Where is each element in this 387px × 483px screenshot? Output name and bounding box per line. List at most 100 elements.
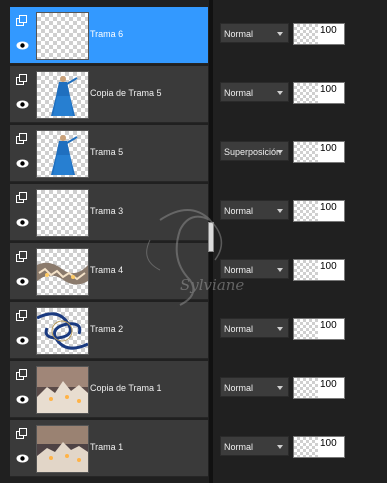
chevron-down-icon [277,91,283,95]
layer-name: Trama 2 [90,324,124,334]
layer-icons [16,310,30,345]
opacity-field[interactable]: 100 [293,318,345,340]
layer-row-copia-de-trama-1[interactable]: Copia de Trama 1 [10,361,208,418]
opacity-value: 100 [320,84,337,95]
layer-stack-icon[interactable] [16,133,28,145]
opacity-field[interactable]: 100 [293,23,345,45]
eye-icon[interactable] [16,100,29,109]
layer-row-trama-1[interactable]: Trama 1 [10,420,208,477]
layer-thumbnail [36,12,89,60]
eye-icon[interactable] [16,336,29,345]
layer-stack-icon[interactable] [16,310,28,322]
splitter-handle[interactable] [208,222,214,252]
blend-mode-value: Superposición [224,147,282,157]
opacity-value: 100 [320,379,337,390]
eye-icon[interactable] [16,218,29,227]
blend-mode-dropdown[interactable]: Normal [220,318,289,338]
layer-stack-icon[interactable] [16,74,28,86]
blend-mode-dropdown[interactable]: Superposición [220,141,289,161]
layer-icons [16,192,30,227]
opacity-value: 100 [320,438,337,449]
opacity-swatch [294,437,318,457]
layer-props-row: Normal 100 [216,66,387,122]
layer-thumbnail [36,425,89,473]
blend-mode-value: Normal [224,383,254,393]
chevron-down-icon [277,327,283,331]
layer-props-row: Normal 100 [216,184,387,240]
layer-props-row: Normal 100 [216,420,387,476]
layer-thumbnail [36,130,89,178]
blend-mode-dropdown[interactable]: Normal [220,23,289,43]
opacity-swatch [294,378,318,398]
layer-row-trama-5[interactable]: Trama 5 [10,125,208,182]
opacity-swatch [294,319,318,339]
opacity-swatch [294,201,318,221]
opacity-field[interactable]: 100 [293,259,345,281]
layer-row-trama-6[interactable]: Trama 6 [10,7,208,64]
blend-mode-value: Normal [224,324,254,334]
layer-stack-icon[interactable] [16,192,28,204]
layer-props-row: Normal 100 [216,361,387,417]
opacity-swatch [294,24,318,44]
opacity-swatch [294,83,318,103]
layer-row-copia-de-trama-5[interactable]: Copia de Trama 5 [10,66,208,123]
blend-mode-dropdown[interactable]: Normal [220,259,289,279]
layer-thumbnail [36,71,89,119]
eye-icon[interactable] [16,454,29,463]
eye-icon[interactable] [16,41,29,50]
opacity-swatch [294,142,318,162]
layer-thumbnail [36,189,89,237]
layer-stack-icon[interactable] [16,428,28,440]
layer-name: Trama 6 [90,29,124,39]
layers-panel: Trama 6 Copia de Trama 5 Trama 5 Trama 3… [0,0,387,483]
layer-stack-icon[interactable] [16,251,28,263]
blend-mode-dropdown[interactable]: Normal [220,200,289,220]
layer-icons [16,15,30,50]
opacity-value: 100 [320,320,337,331]
layer-stack-icon[interactable] [16,15,28,27]
chevron-down-icon [277,268,283,272]
layer-thumbnail [36,366,89,414]
opacity-value: 100 [320,143,337,154]
opacity-field[interactable]: 100 [293,200,345,222]
opacity-field[interactable]: 100 [293,377,345,399]
layer-thumbnail [36,307,89,355]
blend-mode-dropdown[interactable]: Normal [220,436,289,456]
opacity-value: 100 [320,261,337,272]
layer-stack-icon[interactable] [16,369,28,381]
layer-props-row: Normal 100 [216,243,387,299]
chevron-down-icon [277,209,283,213]
layer-icons [16,369,30,404]
blend-mode-value: Normal [224,206,254,216]
layer-props-row: Normal 100 [216,7,387,63]
blend-mode-value: Normal [224,29,254,39]
layer-thumbnail [36,248,89,296]
chevron-down-icon [277,32,283,36]
layer-row-trama-2[interactable]: Trama 2 [10,302,208,359]
blend-mode-dropdown[interactable]: Normal [220,82,289,102]
opacity-field[interactable]: 100 [293,436,345,458]
layer-name: Trama 5 [90,147,124,157]
layer-name: Trama 3 [90,206,124,216]
eye-icon[interactable] [16,395,29,404]
blend-mode-dropdown[interactable]: Normal [220,377,289,397]
layer-row-trama-4[interactable]: Trama 4 [10,243,208,300]
opacity-value: 100 [320,25,337,36]
blend-mode-value: Normal [224,88,254,98]
layer-icons [16,133,30,168]
layer-name: Copia de Trama 1 [90,383,162,393]
opacity-field[interactable]: 100 [293,82,345,104]
layer-name: Trama 1 [90,442,124,452]
opacity-swatch [294,260,318,280]
chevron-down-icon [277,386,283,390]
blend-mode-value: Normal [224,442,254,452]
layer-name: Trama 4 [90,265,124,275]
layer-icons [16,74,30,109]
layer-props-row: Superposición 100 [216,125,387,181]
opacity-field[interactable]: 100 [293,141,345,163]
chevron-down-icon [277,150,283,154]
eye-icon[interactable] [16,277,29,286]
layer-row-trama-3[interactable]: Trama 3 [10,184,208,241]
layer-icons [16,428,30,463]
eye-icon[interactable] [16,159,29,168]
